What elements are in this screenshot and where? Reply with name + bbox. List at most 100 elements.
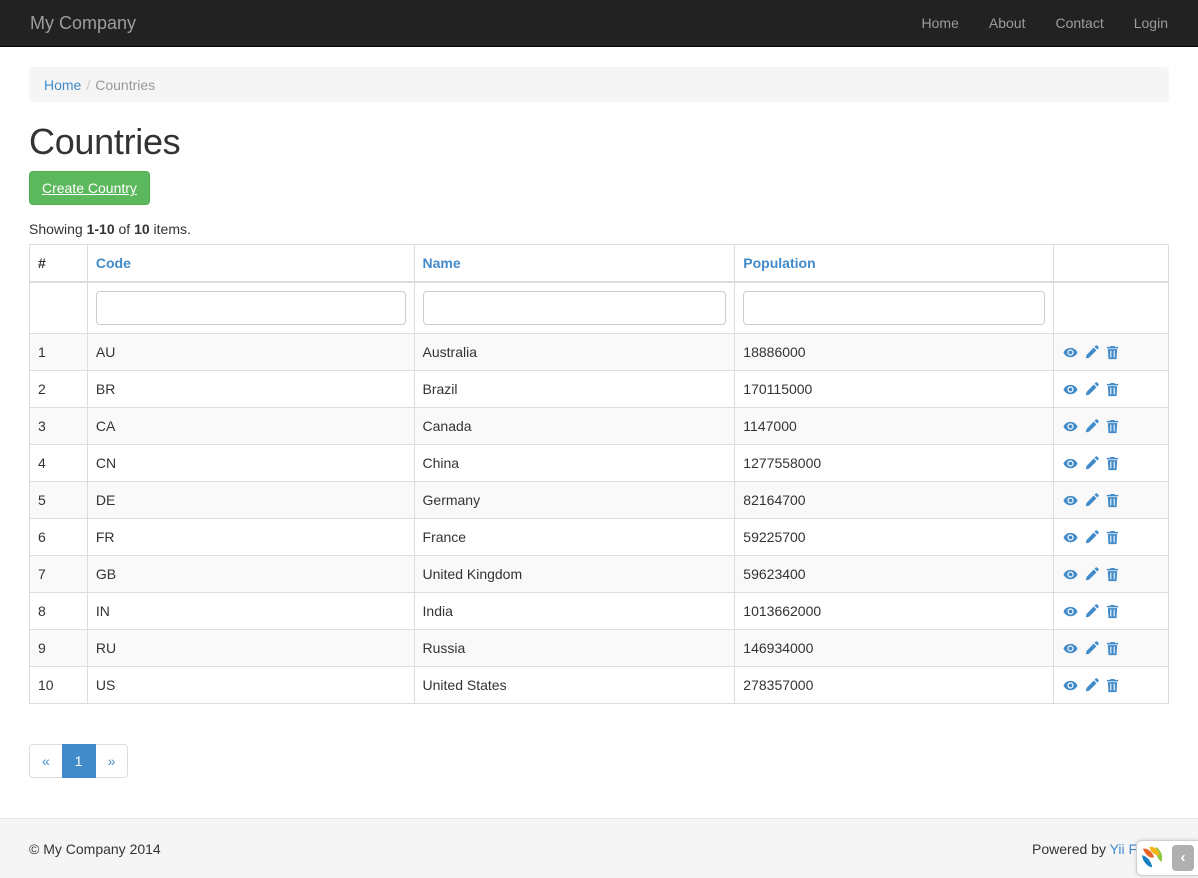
trash-icon[interactable] [1104,344,1120,360]
trash-icon[interactable] [1104,566,1120,582]
grid-filter-row [30,282,1169,334]
pagination-last[interactable]: » [96,744,129,778]
pencil-icon[interactable] [1083,603,1099,619]
navbar-brand[interactable]: My Company [15,13,151,33]
filter-input-code[interactable] [96,291,406,325]
filter-cell-code [87,282,414,334]
column-header-code[interactable]: Code [87,245,414,283]
pagination-first-link[interactable]: « [29,744,63,778]
content-container: Home / Countries Countries Create Countr… [14,67,1184,798]
trash-icon[interactable] [1104,677,1120,693]
footer-powered-prefix: Powered by [1032,841,1110,857]
eye-icon[interactable] [1062,455,1078,471]
pagination-page-link-1[interactable]: 1 [62,744,96,778]
cell-code: US [87,667,414,704]
grid-header-row: # Code Name Population [30,245,1169,283]
pagination-first[interactable]: « [29,744,63,778]
cell-name: Germany [414,482,735,519]
eye-icon[interactable] [1062,603,1078,619]
row-action-group [1062,492,1160,508]
filter-input-name[interactable] [423,291,727,325]
sort-link-code[interactable]: Code [96,255,131,271]
pencil-icon[interactable] [1083,455,1099,471]
pencil-icon[interactable] [1083,566,1099,582]
eye-icon[interactable] [1062,344,1078,360]
footer-container: © My Company 2014 Powered by Yii Frame [14,839,1184,859]
cell-population: 1013662000 [735,593,1054,630]
navbar-link-home[interactable]: Home [907,0,974,47]
cell-id: 5 [30,482,88,519]
pencil-icon[interactable] [1083,344,1099,360]
row-action-group [1062,677,1160,693]
eye-icon[interactable] [1062,381,1078,397]
cell-code: AU [87,334,414,371]
navbar-item-login[interactable]: Login [1119,0,1183,47]
cell-actions [1054,371,1169,408]
trash-icon[interactable] [1104,492,1120,508]
cell-name: China [414,445,735,482]
page-root: My Company Home About Contact Login Home… [0,0,1198,878]
grid-body: 1AUAustralia188860002BRBrazil1701150003C… [30,334,1169,704]
table-row: 2BRBrazil170115000 [30,371,1169,408]
navbar-link-contact[interactable]: Contact [1040,0,1118,47]
cell-actions [1054,334,1169,371]
countries-grid: # Code Name Population [29,244,1169,704]
trash-icon[interactable] [1104,640,1120,656]
breadcrumb-item-home[interactable]: Home [44,75,81,95]
column-header-population[interactable]: Population [735,245,1054,283]
cell-population: 146934000 [735,630,1054,667]
row-action-group [1062,418,1160,434]
filter-input-population[interactable] [743,291,1045,325]
breadcrumb: Home / Countries [29,67,1169,102]
debug-toolbar-arrow-icon[interactable]: ‹ [1172,845,1194,871]
pencil-icon[interactable] [1083,529,1099,545]
cell-name: United Kingdom [414,556,735,593]
pagination-page-1[interactable]: 1 [63,744,96,778]
page-content: Home / Countries Countries Create Countr… [0,47,1198,878]
eye-icon[interactable] [1062,677,1078,693]
breadcrumb-link-home[interactable]: Home [44,77,81,93]
cell-code: FR [87,519,414,556]
summary-mid: of [115,221,134,237]
cell-code: RU [87,630,414,667]
navbar-link-login[interactable]: Login [1119,0,1183,47]
eye-icon[interactable] [1062,640,1078,656]
create-country-button[interactable]: Create Country [29,171,150,205]
pencil-icon[interactable] [1083,381,1099,397]
trash-icon[interactable] [1104,418,1120,434]
cell-name: Australia [414,334,735,371]
column-header-name[interactable]: Name [414,245,735,283]
trash-icon[interactable] [1104,381,1120,397]
cell-id: 10 [30,667,88,704]
pencil-icon[interactable] [1083,418,1099,434]
sort-link-name[interactable]: Name [423,255,461,271]
cell-code: GB [87,556,414,593]
footer-copyright: © My Company 2014 [29,839,161,859]
cell-name: France [414,519,735,556]
table-row: 10USUnited States278357000 [30,667,1169,704]
eye-icon[interactable] [1062,529,1078,545]
pencil-icon[interactable] [1083,492,1099,508]
trash-icon[interactable] [1104,603,1120,619]
yii-logo-icon [1140,845,1170,871]
filter-cell-actions [1054,282,1169,334]
table-row: 4CNChina1277558000 [30,445,1169,482]
sort-link-population[interactable]: Population [743,255,815,271]
breadcrumb-item-current: Countries [95,75,155,95]
pagination: « 1 » [29,744,128,778]
trash-icon[interactable] [1104,455,1120,471]
table-row: 8INIndia1013662000 [30,593,1169,630]
cell-population: 82164700 [735,482,1054,519]
eye-icon[interactable] [1062,566,1078,582]
eye-icon[interactable] [1062,492,1078,508]
eye-icon[interactable] [1062,418,1078,434]
navbar-item-about[interactable]: About [974,0,1041,47]
pencil-icon[interactable] [1083,640,1099,656]
navbar-item-contact[interactable]: Contact [1040,0,1118,47]
navbar-item-home[interactable]: Home [907,0,974,47]
pagination-last-link[interactable]: » [95,744,129,778]
debug-toolbar-toggle[interactable]: ‹ [1136,840,1198,876]
pencil-icon[interactable] [1083,677,1099,693]
trash-icon[interactable] [1104,529,1120,545]
navbar-link-about[interactable]: About [974,0,1041,47]
